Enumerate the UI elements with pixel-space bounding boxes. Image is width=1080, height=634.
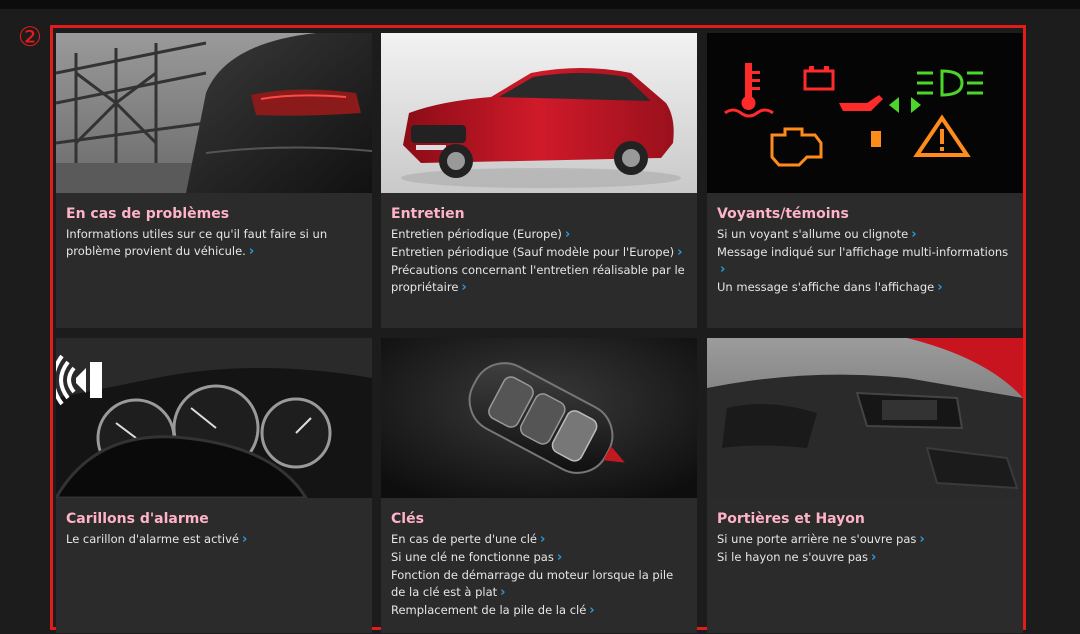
car-rear-photo[interactable] <box>56 33 372 193</box>
chevron-right-icon[interactable]: › <box>677 246 682 259</box>
card-links: Informations utiles sur ce qu'il faut fa… <box>66 226 362 261</box>
card-title: Entretien <box>391 206 465 222</box>
chevron-right-icon[interactable]: › <box>871 551 876 564</box>
link-text[interactable]: Entretien périodique (Europe) <box>391 227 562 241</box>
chevron-right-icon[interactable]: › <box>937 281 942 294</box>
link-text[interactable]: Si une clé ne fonctionne pas <box>391 550 554 564</box>
link-text[interactable]: Précautions concernant l'entretien réali… <box>391 263 685 294</box>
chevron-right-icon[interactable]: › <box>911 228 916 241</box>
link-item[interactable]: Un message s'affiche dans l'affichage › <box>717 279 1013 296</box>
card-entretien[interactable]: Entretien Entretien périodique (Europe) ›… <box>381 33 697 328</box>
link-item[interactable]: Entretien périodique (Europe) › <box>391 226 687 243</box>
warning-lights-photo[interactable] <box>707 33 1023 193</box>
chevron-right-icon[interactable]: › <box>500 586 505 599</box>
link-item[interactable]: Remplacement de la pile de la clé › <box>391 602 687 619</box>
chevron-right-icon[interactable]: › <box>242 533 247 546</box>
link-text[interactable]: Si une porte arrière ne s'ouvre pas <box>717 532 916 546</box>
red-sedan-photo[interactable] <box>381 33 697 193</box>
link-item[interactable]: Si une clé ne fonctionne pas › <box>391 549 687 566</box>
card-en-cas-de-problemes[interactable]: En cas de problèmes Informations utiles … <box>56 33 372 328</box>
link-item[interactable]: Message indiqué sur l'affichage multi-in… <box>717 244 1013 278</box>
dashboard-interior-photo[interactable] <box>707 338 1023 498</box>
chevron-right-icon[interactable]: › <box>557 551 562 564</box>
chevron-right-icon[interactable]: › <box>249 245 254 258</box>
link-item[interactable]: Fonction de démarrage du moteur lorsque … <box>391 567 687 601</box>
link-text[interactable]: Le carillon d'alarme est activé <box>66 532 239 546</box>
card-title: Portières et Hayon <box>717 511 865 527</box>
link-item[interactable]: Informations utiles sur ce qu'il faut fa… <box>66 226 362 260</box>
card-links: Le carillon d'alarme est activé › <box>66 531 362 549</box>
section-number-badge: ② <box>17 22 43 53</box>
card-title: Clés <box>391 511 424 527</box>
link-text[interactable]: Si le hayon ne s'ouvre pas <box>717 550 868 564</box>
card-voyants-temoins[interactable]: Voyants/témoins Si un voyant s'allume ou… <box>707 33 1023 328</box>
card-carillons-alarme[interactable]: Carillons d'alarme Le carillon d'alarme … <box>56 338 372 633</box>
top-bar <box>0 0 1080 9</box>
link-item[interactable]: Précautions concernant l'entretien réali… <box>391 262 687 296</box>
link-item[interactable]: Si un voyant s'allume ou clignote › <box>717 226 1013 243</box>
link-item[interactable]: Si une porte arrière ne s'ouvre pas › <box>717 531 1013 548</box>
chevron-right-icon[interactable]: › <box>540 533 545 546</box>
chevron-right-icon[interactable]: › <box>919 533 924 546</box>
chevron-right-icon[interactable]: › <box>461 281 466 294</box>
link-text[interactable]: Message indiqué sur l'affichage multi-in… <box>717 245 1008 259</box>
link-item[interactable]: En cas de perte d'une clé › <box>391 531 687 548</box>
card-links: Si une porte arrière ne s'ouvre pas › Si … <box>717 531 1013 567</box>
link-text[interactable]: Un message s'affiche dans l'affichage <box>717 280 934 294</box>
smart-key-photo[interactable] <box>381 338 697 498</box>
card-links: En cas de perte d'une clé › Si une clé ne… <box>391 531 687 620</box>
link-text[interactable]: En cas de perte d'une clé <box>391 532 537 546</box>
chevron-right-icon[interactable]: › <box>589 604 594 617</box>
link-text[interactable]: Remplacement de la pile de la clé <box>391 603 586 617</box>
card-links: Si un voyant s'allume ou clignote › Messa… <box>717 226 1013 297</box>
dashboard-speaker-photo[interactable] <box>56 338 372 498</box>
link-text[interactable]: Entretien périodique (Sauf modèle pour l… <box>391 245 674 259</box>
card-title: En cas de problèmes <box>66 206 230 222</box>
link-item[interactable]: Entretien périodique (Sauf modèle pour l… <box>391 244 687 261</box>
link-item[interactable]: Si le hayon ne s'ouvre pas › <box>717 549 1013 566</box>
card-portieres-hayon[interactable]: Portières et Hayon Si une porte arrière … <box>707 338 1023 633</box>
card-title: Carillons d'alarme <box>66 511 209 527</box>
card-cles[interactable]: Clés En cas de perte d'une clé › Si une c… <box>381 338 697 633</box>
link-text[interactable]: Si un voyant s'allume ou clignote <box>717 227 908 241</box>
link-text[interactable]: Fonction de démarrage du moteur lorsque … <box>391 568 673 599</box>
card-links: Entretien périodique (Europe) › Entretien… <box>391 226 687 297</box>
link-text[interactable]: Informations utiles sur ce qu'il faut fa… <box>66 227 327 258</box>
chevron-right-icon[interactable]: › <box>720 263 725 276</box>
chevron-right-icon[interactable]: › <box>565 228 570 241</box>
card-title: Voyants/témoins <box>717 206 849 222</box>
link-item[interactable]: Le carillon d'alarme est activé › <box>66 531 362 548</box>
